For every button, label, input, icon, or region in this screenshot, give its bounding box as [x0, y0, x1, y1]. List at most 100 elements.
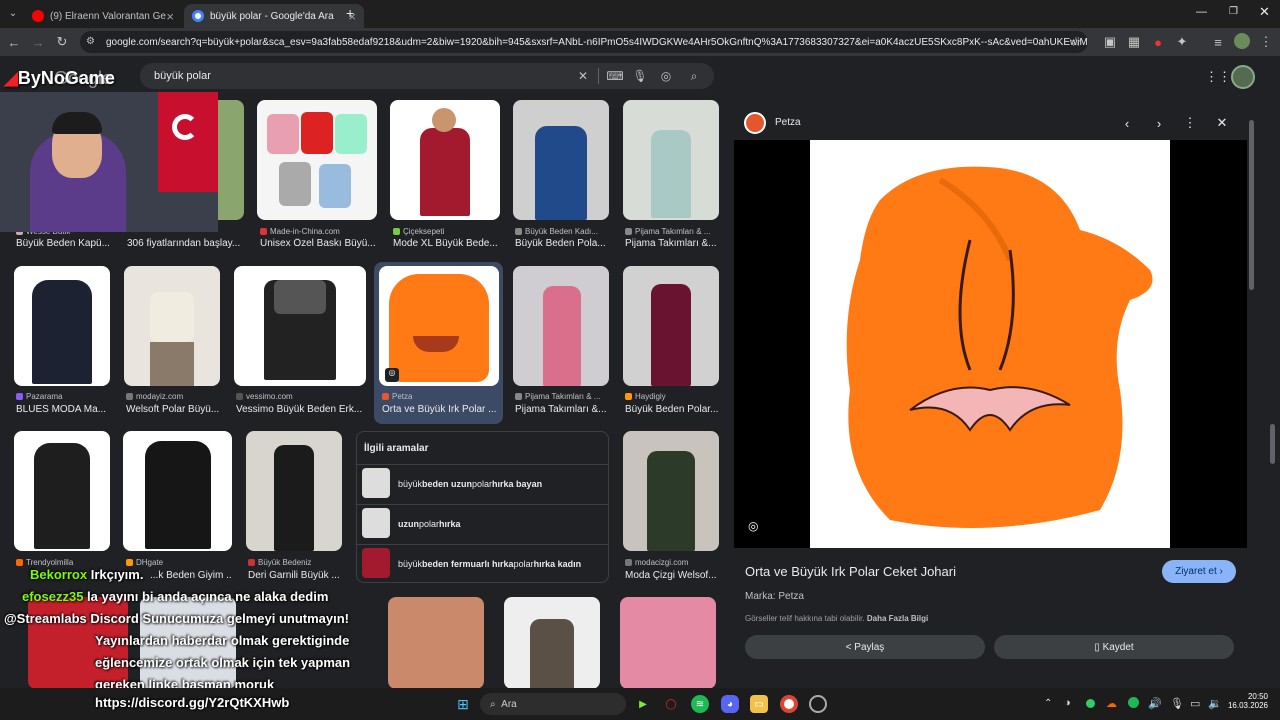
image-result[interactable] [234, 266, 366, 386]
site-info-icon[interactable]: ⚙ [86, 36, 98, 48]
extension-icon[interactable]: ▦ [1124, 32, 1144, 52]
lens-icon[interactable]: ◎ [657, 67, 675, 85]
image-result[interactable] [124, 266, 220, 386]
previous-icon[interactable]: ‹ [1118, 114, 1136, 132]
image-result[interactable] [257, 100, 377, 220]
search-input[interactable]: büyük polar [140, 63, 714, 89]
panel-scrollbar-thumb[interactable] [1249, 120, 1254, 290]
scrollbar-thumb[interactable] [1270, 424, 1275, 464]
related-search-item[interactable]: büyük beden uzun polar hırka bayan [356, 464, 609, 502]
image-result[interactable] [14, 266, 110, 386]
play-icon[interactable]: ▶ [634, 695, 652, 713]
result-caption[interactable]: Vessimo Büyük Beden Erk... [236, 404, 364, 415]
scrollbar-track[interactable] [1268, 60, 1276, 688]
result-caption[interactable]: BLUES MODA Ma... [16, 404, 112, 415]
search-icon[interactable]: ⌕ [685, 67, 703, 85]
file-explorer-icon[interactable]: ▭ [750, 695, 768, 713]
image-result[interactable] [246, 431, 342, 551]
share-button[interactable]: < Paylaş [745, 635, 985, 659]
result-source[interactable]: Pazarama [16, 392, 116, 401]
result-caption[interactable]: 306 fiyatlarından başlay... [127, 238, 247, 249]
visual-search-icon[interactable]: ◎ [748, 519, 758, 533]
apps-grid-icon[interactable]: ⋮⋮ [1205, 69, 1231, 85]
tray-chevron-icon[interactable]: ⌃ [1044, 698, 1052, 709]
bookmark-star-icon[interactable]: ☆ [1066, 32, 1086, 52]
more-info-link[interactable]: Daha Fazla Bilgi [867, 614, 928, 623]
preview-image[interactable] [810, 140, 1170, 548]
forward-icon[interactable]: → [28, 32, 48, 52]
result-source[interactable]: Trendyolmilla [16, 558, 116, 567]
clear-icon[interactable]: ✕ [574, 67, 592, 85]
close-icon[interactable]: ✕ [1213, 114, 1231, 132]
tab-search-icon[interactable]: ⌄ [6, 8, 20, 22]
google-logo[interactable]: Google [54, 68, 112, 89]
panel-title[interactable]: Orta ve Büyük Irk Polar Ceket Johari [745, 564, 956, 579]
panel-source[interactable]: Petza [775, 117, 801, 128]
new-tab-button[interactable]: + [346, 5, 354, 21]
tray-status-icon[interactable] [1086, 699, 1095, 708]
clock[interactable]: 20:50 16.03.2026 [1226, 692, 1268, 710]
image-result[interactable] [513, 100, 609, 220]
related-search-item[interactable]: büyük beden fermuarlı hırka polar hırka … [356, 544, 609, 582]
result-source[interactable]: Petza [382, 392, 498, 401]
back-icon[interactable]: ← [4, 32, 24, 52]
mic-icon[interactable]: 🎙 [1170, 697, 1184, 710]
image-result[interactable] [513, 266, 609, 386]
result-source[interactable]: Pijama Takımları & ... [625, 227, 721, 236]
reload-icon[interactable]: ↻ [52, 32, 72, 52]
extension-icon[interactable]: ● [1148, 32, 1168, 52]
result-caption[interactable]: Büyük Beden Polar... [625, 404, 721, 415]
extensions-puzzle-icon[interactable]: ✦ [1172, 32, 1192, 52]
visit-button[interactable]: Ziyaret et › [1162, 560, 1236, 583]
result-caption[interactable]: Mode XL Büyük Bede... [393, 238, 505, 249]
result-source[interactable]: modacizgi.com [625, 558, 721, 567]
close-window-button[interactable]: ✕ [1259, 4, 1270, 20]
image-result[interactable] [504, 597, 600, 689]
result-caption[interactable]: Moda Çizgi Welsof... [625, 570, 721, 581]
result-source[interactable]: Haydigiy [625, 392, 721, 401]
app-icon[interactable] [809, 695, 827, 713]
image-result[interactable] [620, 597, 716, 689]
image-result[interactable] [623, 431, 719, 551]
result-caption[interactable]: Orta ve Büyük Irk Polar ... [382, 404, 498, 415]
spotify-tray-icon[interactable] [1128, 697, 1139, 708]
image-result[interactable] [123, 431, 232, 551]
tab-google[interactable]: büyük polar - Google'da Ara × [184, 4, 364, 28]
volume-icon[interactable]: 🔊 [1148, 697, 1162, 710]
image-result[interactable] [388, 597, 484, 689]
extension-icon[interactable]: ▣ [1100, 32, 1120, 52]
minimize-button[interactable]: — [1196, 6, 1207, 18]
result-source[interactable]: Büyük Beden Kadı... [515, 227, 611, 236]
opera-icon[interactable]: ◯ [662, 695, 680, 713]
result-caption[interactable]: ...k Beden Giyim ... [150, 570, 232, 581]
image-result[interactable] [623, 100, 719, 220]
profile-avatar[interactable] [1234, 33, 1250, 49]
result-caption[interactable]: Büyük Beden Pola... [515, 238, 611, 249]
taskbar-search[interactable]: ⌕ Ara [480, 693, 626, 715]
result-source[interactable]: Büyük Bedeniz [248, 558, 348, 567]
result-source[interactable]: Made-in-China.com [260, 227, 380, 236]
result-source[interactable]: DHgate [126, 558, 226, 567]
more-options-icon[interactable]: ⋮ [1181, 114, 1199, 132]
related-search-item[interactable]: uzun polar hırka [356, 504, 609, 542]
image-result[interactable] [623, 266, 719, 386]
save-button[interactable]: ▯ Kaydet [994, 635, 1234, 659]
chrome-icon[interactable] [780, 695, 798, 713]
result-caption[interactable]: Deri Garnili Büyük ... [248, 570, 344, 581]
image-result[interactable] [390, 100, 500, 220]
tray-icon[interactable]: ◑ [1064, 697, 1071, 709]
address-bar[interactable]: google.com/search?q=büyük+polar&sca_esv=… [80, 31, 1088, 53]
result-caption[interactable]: Pijama Takımları &... [625, 238, 721, 249]
windows-start-icon[interactable]: ⊞ [454, 695, 472, 713]
microphone-icon[interactable]: 🎙 [631, 67, 649, 85]
result-source[interactable]: vessimo.com [236, 392, 366, 401]
menu-icon[interactable]: ⋮ [1256, 32, 1276, 52]
result-source[interactable]: Çiçeksepeti [393, 227, 503, 236]
result-source[interactable]: Pijama Takımları & ... [515, 392, 611, 401]
reading-list-icon[interactable]: ≡ [1208, 32, 1228, 52]
tab-youtube[interactable]: (9) Elraenn Valorantan Gelen He × [24, 4, 182, 28]
cloud-icon[interactable]: ☁ [1106, 697, 1117, 710]
display-icon[interactable]: ▭ [1190, 697, 1200, 710]
result-caption[interactable]: Büyük Beden Kapü... [16, 238, 120, 249]
discord-icon[interactable]: ◕ [721, 695, 739, 713]
